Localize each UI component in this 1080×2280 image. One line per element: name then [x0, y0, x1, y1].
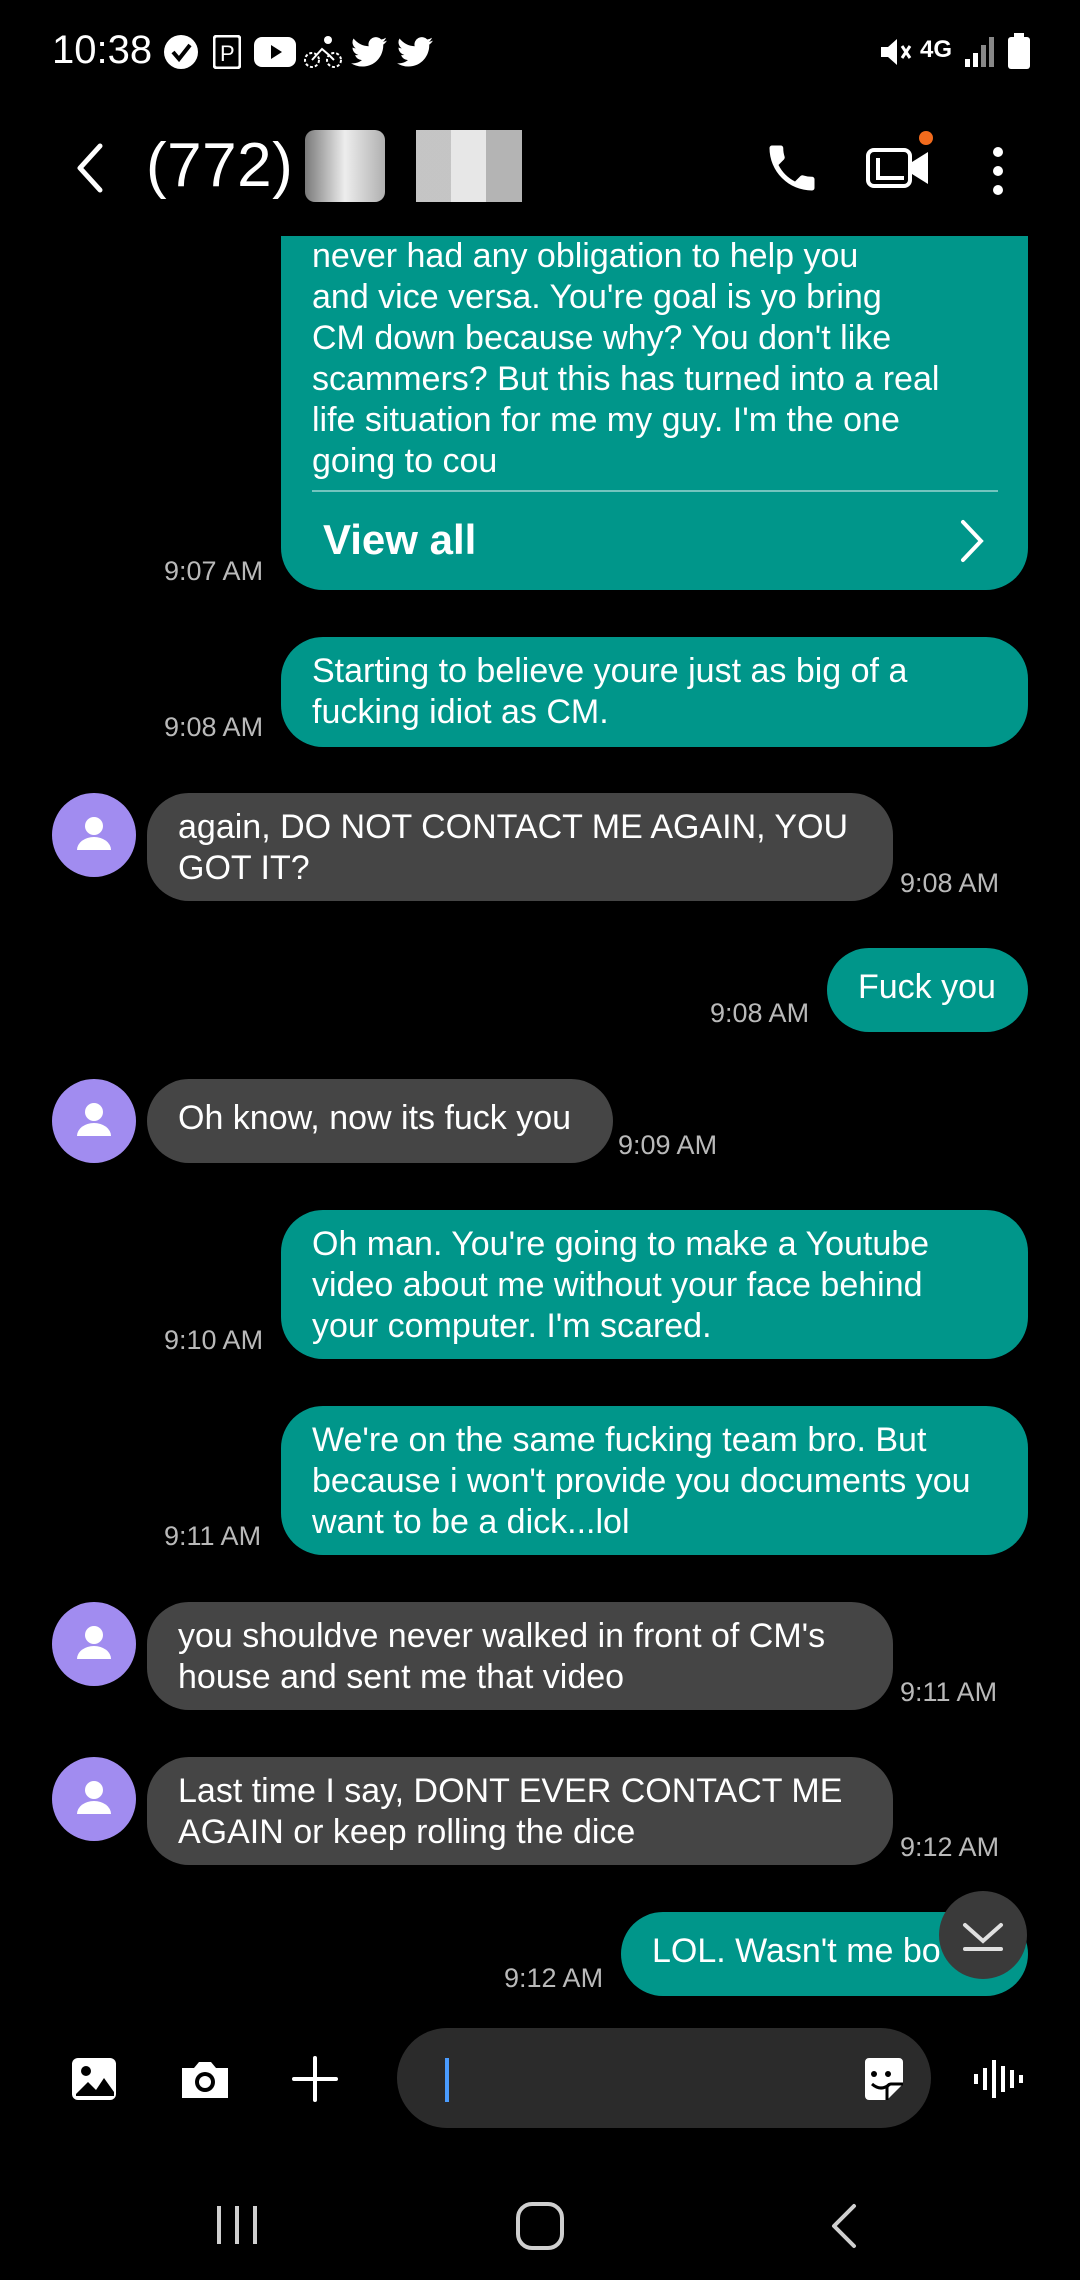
message-line: fucking idiot as CM. [312, 693, 609, 731]
verizon-icon [162, 32, 200, 72]
message-bubble-sent[interactable]: Starting to believe youre just as big of… [281, 637, 1028, 747]
message-line: want to be a dick...lol [312, 1503, 630, 1541]
message-bubble-sent[interactable]: We're on the same fucking team bro. But … [281, 1406, 1028, 1555]
voice-icon[interactable] [972, 2054, 1024, 2104]
message-bubble-sent[interactable]: Oh man. You're going to make a Youtube v… [281, 1210, 1028, 1359]
message-line: life situation for me my guy. I'm the on… [312, 401, 900, 439]
parking-icon: P [212, 32, 242, 72]
mute-icon [876, 32, 914, 72]
view-all-label: View all [323, 516, 477, 563]
navigation-bar [0, 2160, 1080, 2280]
more-options-icon[interactable] [978, 138, 1018, 202]
message-line: Fuck you [858, 968, 996, 1006]
redacted-number [416, 130, 522, 202]
video-call-icon[interactable] [864, 128, 936, 198]
avatar[interactable] [52, 793, 136, 877]
back-icon[interactable] [66, 138, 114, 198]
message-line: scammers? But this has turned into a rea… [312, 360, 940, 398]
svg-text:P: P [220, 41, 235, 66]
message-line: never had any obligation to help you [312, 237, 859, 275]
message-timestamp: 9:12 AM [900, 1832, 1000, 1862]
cycling-icon [304, 32, 342, 72]
message-line: AGAIN or keep rolling the dice [178, 1813, 636, 1851]
message-line: you shouldve never walked in front of CM… [178, 1617, 826, 1655]
message-line: your computer. I'm scared. [312, 1307, 712, 1345]
twitter-icon [396, 32, 434, 72]
message-timestamp: 9:11 AM [900, 1677, 998, 1707]
youtube-icon [254, 32, 296, 72]
message-line: house and sent me that video [178, 1658, 625, 1696]
text-cursor [445, 2058, 449, 2102]
message-timestamp: 9:08 AM [710, 998, 810, 1028]
back-nav-icon[interactable] [822, 2200, 868, 2252]
chevron-right-icon [951, 514, 991, 568]
message-line: Oh man. You're going to make a Youtube [312, 1225, 930, 1263]
message-line: going to cou [312, 442, 498, 480]
message-line: We're on the same fucking team bro. But [312, 1421, 927, 1459]
message-line: video about me without your face behind [312, 1266, 923, 1304]
message-timestamp: 9:08 AM [164, 712, 264, 742]
message-bubble-sent[interactable]: Fuck you [827, 948, 1028, 1032]
message-timestamp: 9:07 AM [164, 556, 264, 586]
message-line: Oh know, now its fuck you [178, 1099, 572, 1137]
network-type-label: 4G [920, 36, 953, 63]
message-line: Starting to believe youre just as big of… [312, 652, 908, 690]
avatar[interactable] [52, 1757, 136, 1841]
message-text: never had any obligation to help you and… [312, 236, 939, 482]
home-icon[interactable] [514, 2200, 566, 2252]
message-bubble-received[interactable]: Last time I say, DONT EVER CONTACT ME AG… [147, 1757, 893, 1865]
message-bubble-received[interactable]: Oh know, now its fuck you [147, 1079, 613, 1163]
message-timestamp: 9:11 AM [164, 1521, 262, 1551]
add-icon[interactable] [290, 2054, 340, 2104]
recents-icon[interactable] [212, 2200, 262, 2250]
scroll-to-bottom-button[interactable] [939, 1891, 1027, 1979]
message-timestamp: 9:12 AM [504, 1963, 604, 1993]
camera-icon[interactable] [178, 2054, 232, 2104]
message-line: CM down because why? You don't like [312, 319, 892, 357]
phone-icon[interactable] [762, 136, 822, 200]
message-timestamp: 9:09 AM [618, 1130, 718, 1160]
sticker-icon[interactable] [857, 2054, 907, 2104]
gallery-icon[interactable] [70, 2054, 120, 2104]
status-time: 10:38 [52, 28, 153, 72]
message-bubble-received[interactable]: again, DO NOT CONTACT ME AGAIN, YOU GOT … [147, 793, 893, 901]
signal-icon [962, 32, 998, 72]
message-line: because i won't provide you documents yo… [312, 1462, 971, 1500]
message-line: and vice versa. You're goal is yo bring [312, 278, 882, 316]
view-all-button[interactable]: View all [281, 490, 1028, 590]
message-timestamp: 9:08 AM [900, 868, 1000, 898]
message-line: again, DO NOT CONTACT ME AGAIN, YOU [178, 808, 849, 846]
message-line: GOT IT? [178, 849, 310, 887]
twitter-icon [350, 32, 388, 72]
message-input[interactable] [397, 2028, 931, 2128]
message-bubble-received[interactable]: you shouldve never walked in front of CM… [147, 1602, 893, 1710]
avatar[interactable] [52, 1079, 136, 1163]
message-line: Last time I say, DONT EVER CONTACT ME [178, 1772, 843, 1810]
message-timestamp: 9:10 AM [164, 1325, 264, 1355]
status-bar: 10:38 P 4G [0, 0, 1080, 110]
battery-icon [1006, 32, 1032, 72]
redacted-number [305, 130, 385, 202]
avatar[interactable] [52, 1602, 136, 1686]
